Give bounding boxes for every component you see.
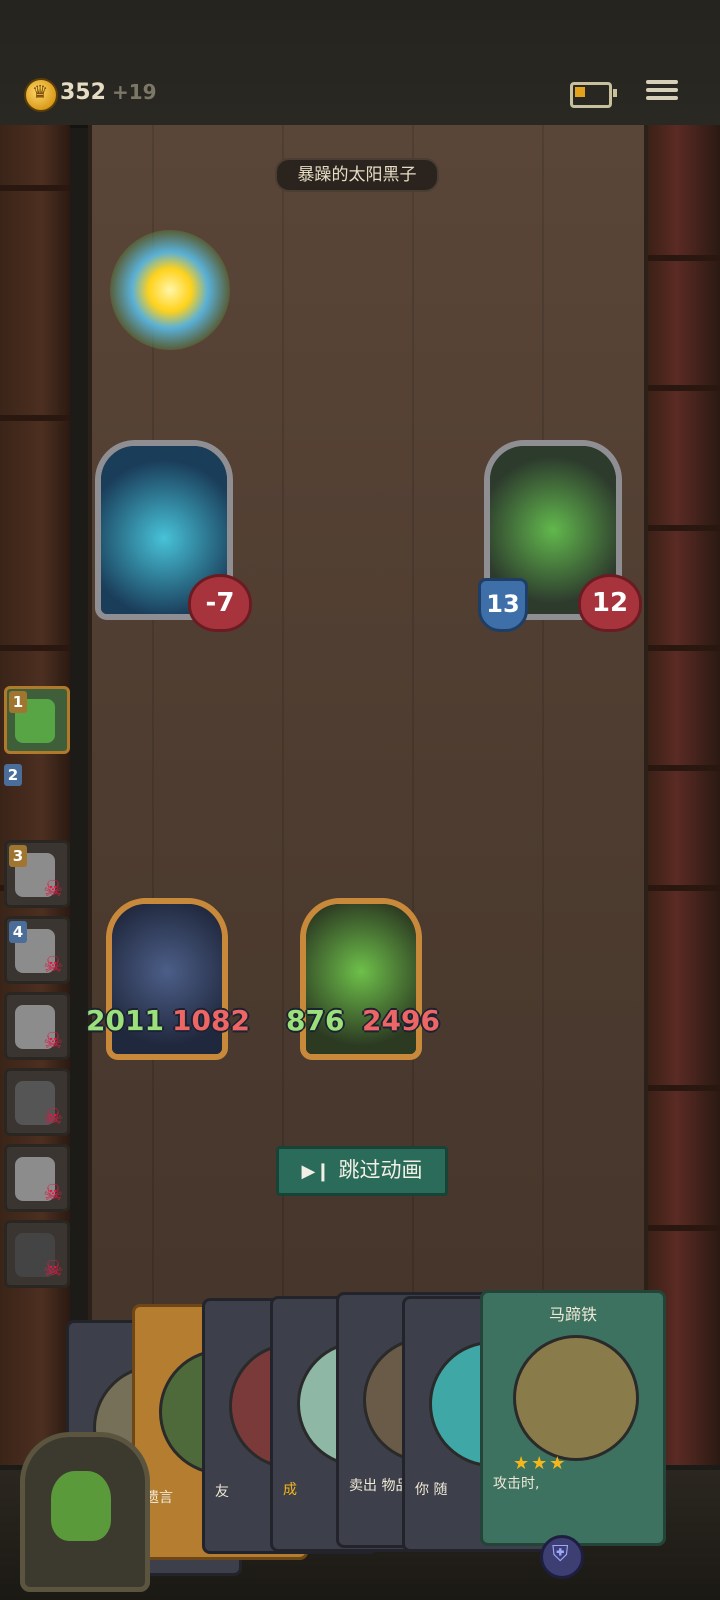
card-stars: ★★★ bbox=[513, 1453, 568, 1474]
hero-right-health: 2496 bbox=[362, 1004, 440, 1037]
skull-icon: ☠ bbox=[43, 1257, 63, 1282]
skull-icon: ☠ bbox=[43, 877, 63, 902]
coin-counter: 352 +19 bbox=[60, 80, 157, 105]
hero-right-attack: 876 bbox=[286, 1004, 345, 1037]
queue-item-5[interactable]: ☠ bbox=[4, 992, 70, 1060]
queue-item-7[interactable]: ☠ bbox=[4, 1144, 70, 1212]
battery-icon bbox=[570, 82, 617, 108]
queue-number: 2 bbox=[4, 764, 22, 786]
queue-number: 3 bbox=[9, 845, 27, 867]
queue-item-1[interactable]: 1 bbox=[4, 686, 70, 754]
skull-icon: ☠ bbox=[43, 1029, 63, 1054]
skull-icon: ☠ bbox=[43, 1105, 63, 1130]
enemy-right-health: 12 bbox=[578, 574, 642, 632]
queue-item-2[interactable]: 2 bbox=[4, 764, 28, 794]
menu-icon[interactable] bbox=[646, 76, 678, 106]
player-hero-slot[interactable] bbox=[20, 1432, 150, 1592]
skull-icon: ☠ bbox=[43, 1181, 63, 1206]
skip-animation-label: 跳过动画 bbox=[338, 1158, 423, 1182]
skull-icon: ☠ bbox=[43, 953, 63, 978]
enemy-right-armor: 13 bbox=[478, 578, 528, 632]
skip-animation-button[interactable]: ▶❙ 跳过动画 bbox=[276, 1146, 448, 1196]
shield-button[interactable] bbox=[540, 1535, 584, 1579]
card-title: 马蹄铁 bbox=[548, 1305, 597, 1324]
coin-bonus: +19 bbox=[111, 80, 157, 104]
queue-item-3[interactable]: 3 ☠ bbox=[4, 840, 70, 908]
play-skip-icon: ▶❙ bbox=[301, 1161, 331, 1182]
coin-count: 352 bbox=[60, 80, 106, 105]
top-bar: 352+19 bbox=[0, 0, 720, 128]
enemy-name-banner: 暴躁的太阳黑子 bbox=[275, 158, 439, 192]
queue-item-8[interactable]: ☠ bbox=[4, 1220, 70, 1288]
horseshoe-icon bbox=[513, 1335, 639, 1461]
hero-left-health: 1082 bbox=[172, 1004, 250, 1037]
right-bookshelf bbox=[648, 125, 720, 1465]
player-hero-avatar bbox=[51, 1471, 111, 1541]
hero-left-attack: 2011 bbox=[86, 1004, 164, 1037]
queue-number: 4 bbox=[9, 921, 27, 943]
queue-item-4[interactable]: 4 ☠ bbox=[4, 916, 70, 984]
queue-number: 1 bbox=[9, 691, 27, 713]
card-horseshoe[interactable]: 马蹄铁 ★★★ 攻击时, bbox=[480, 1290, 666, 1546]
card-text: 攻击时, bbox=[493, 1476, 540, 1492]
enemy-left-health-delta: -7 bbox=[188, 574, 252, 632]
coin-icon bbox=[24, 78, 58, 112]
explosion-effect bbox=[110, 230, 230, 350]
queue-item-6[interactable]: ☠ bbox=[4, 1068, 70, 1136]
